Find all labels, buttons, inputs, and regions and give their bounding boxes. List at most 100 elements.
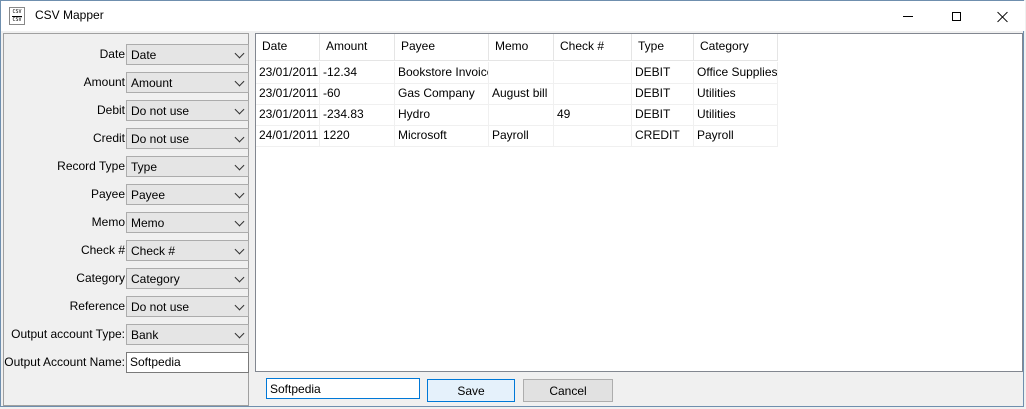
grid-header: Date Amount Payee Memo Check # Type Category [256,34,778,61]
chevron-down-icon [234,132,245,143]
maximize-button[interactable] [933,1,979,31]
date-dropdown-value: Date [131,48,157,62]
output-account-type-dropdown[interactable]: Bank [126,324,249,345]
mapping-label-credit: Credit [92,131,125,145]
table-cell-date: 23/01/2011 [256,83,320,104]
mapping-label-reference: Reference [69,299,125,313]
table-cell-category: Office Supplies [694,62,778,83]
table-cell-payee: Hydro [395,104,489,125]
chevron-down-icon [234,48,245,59]
amount-dropdown[interactable]: Amount [126,72,249,93]
mapping-label-amount: Amount [83,75,125,89]
table-row[interactable]: 23/01/2011 -234.83 Hydro 49 DEBIT Utilities [256,104,778,126]
debit-dropdown[interactable]: Do not use [126,100,249,121]
chevron-down-icon [234,76,245,87]
title-bar: CSV CSV CSV Mapper [1,1,1025,31]
amount-dropdown-value: Amount [131,76,173,90]
table-cell-type: DEBIT [632,83,694,104]
table-row[interactable]: 23/01/2011 -60 Gas Company August bill DEBIT… [256,83,778,105]
field-mapping-panel: Date Date Amount Amount Debit Do not use Credi… [3,33,249,406]
chevron-down-icon [234,188,245,199]
table-cell-amount: 1220 [320,125,395,146]
reference-dropdown[interactable]: Do not use [126,296,249,317]
table-cell-check [554,83,632,104]
table-cell-type: CREDIT [632,125,694,146]
mapping-row-date: Date Date [4,44,250,66]
chevron-down-icon [234,104,245,115]
minimize-icon [903,15,913,17]
debit-dropdown-value: Do not use [131,104,190,118]
table-cell-payee: Gas Company [395,83,489,104]
table-cell-check: 49 [554,104,632,125]
table-cell-amount: -234.83 [320,104,395,125]
mapping-row-output-account-name: Output Account Name: Softpedia [4,352,250,374]
payee-dropdown[interactable]: Payee [126,184,249,205]
column-header-payee[interactable]: Payee [395,34,489,60]
chevron-down-icon [234,272,245,283]
minimize-button[interactable] [885,1,931,31]
chevron-down-icon [234,328,245,339]
column-header-date[interactable]: Date [256,34,320,60]
chevron-down-icon [234,216,245,227]
mapping-row-check: Check # Check # [4,240,250,262]
mapping-label-check: Check # [80,243,125,257]
save-button[interactable]: Save [427,379,515,402]
table-cell-date: 23/01/2011 [256,104,320,125]
mapping-label-memo: Memo [91,215,125,229]
mapping-row-payee: Payee Payee [4,184,250,206]
table-row[interactable]: 23/01/2011 -12.34 Bookstore Invoice DEBIT Of… [256,62,778,84]
credit-dropdown-value: Do not use [131,132,190,146]
column-header-memo[interactable]: Memo [489,34,554,60]
table-cell-check [554,62,632,83]
category-dropdown[interactable]: Category [126,268,249,289]
column-header-type[interactable]: Type [632,34,694,60]
table-row[interactable]: 24/01/2011 1220 Microsoft Payroll CREDIT Payr… [256,125,778,147]
chevron-down-icon [234,244,245,255]
cancel-button[interactable]: Cancel [523,379,613,402]
column-header-check[interactable]: Check # [554,34,632,60]
record-type-dropdown[interactable]: Type [126,156,249,177]
check-dropdown[interactable]: Check # [126,240,249,261]
mapping-label-debit: Debit [96,103,125,117]
mapping-label-output-account-name: Output Account Name: [4,355,125,369]
mapping-row-record-type: Record Type Type [4,156,250,178]
output-account-type-dropdown-value: Bank [131,328,159,342]
mapping-row-output-account-type: Output account Type: Bank [4,324,250,346]
table-cell-payee: Microsoft [395,125,489,146]
mapping-label-output-account-type: Output account Type: [11,327,125,341]
table-cell-type: DEBIT [632,104,694,125]
close-icon [997,11,1008,22]
mapping-row-category: Category Category [4,268,250,290]
mapping-label-payee: Payee [90,187,125,201]
table-cell-payee: Bookstore Invoice [395,62,489,83]
table-cell-amount: -12.34 [320,62,395,83]
mapping-label-date: Date [99,47,125,61]
close-button[interactable] [979,1,1025,31]
credit-dropdown[interactable]: Do not use [126,128,249,149]
maximize-icon [951,11,961,21]
mapping-label-record-type: Record Type [57,159,125,173]
table-cell-amount: -60 [320,83,395,104]
icon-text-bottom: CSV [12,17,22,23]
mapping-label-category: Category [76,271,125,285]
memo-dropdown-value: Memo [131,216,165,230]
csv-app-icon: CSV CSV [9,7,25,25]
mapping-row-reference: Reference Do not use [4,296,250,318]
table-cell-memo [489,62,554,83]
column-header-category[interactable]: Category [694,34,778,60]
column-header-amount[interactable]: Amount [320,34,395,60]
account-name-input[interactable] [266,378,420,399]
table-cell-category: Utilities [694,83,778,104]
window-title: CSV Mapper [35,8,104,22]
memo-dropdown[interactable]: Memo [126,212,249,233]
output-account-name-field[interactable]: Softpedia [126,352,249,373]
category-dropdown-value: Category [131,272,180,286]
mapping-row-credit: Credit Do not use [4,128,250,150]
mapping-row-amount: Amount Amount [4,72,250,94]
table-cell-memo [489,104,554,125]
date-dropdown[interactable]: Date [126,44,249,65]
table-cell-type: DEBIT [632,62,694,83]
table-cell-memo: Payroll [489,125,554,146]
table-cell-memo: August bill [489,83,554,104]
csv-data-grid[interactable]: Date Amount Payee Memo Check # Type Category 2… [255,33,1023,372]
